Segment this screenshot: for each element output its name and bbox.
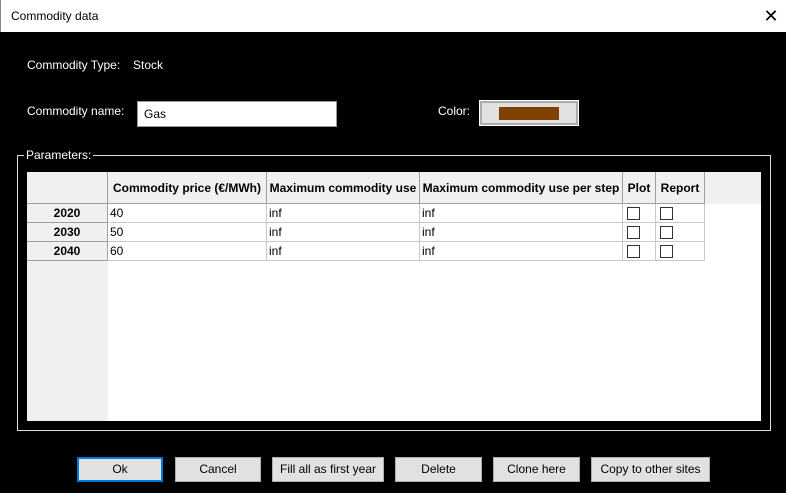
cell-max-step[interactable]: inf	[420, 242, 623, 261]
corner-header[interactable]	[27, 172, 108, 204]
cell-max-step[interactable]: inf	[420, 223, 623, 242]
commodity-type-value: Stock	[133, 58, 164, 72]
cell-report	[656, 242, 705, 261]
cell-max-step[interactable]: inf	[420, 204, 623, 223]
cancel-button[interactable]: Cancel	[175, 457, 261, 482]
report-checkbox[interactable]	[660, 226, 673, 239]
clone-here-button[interactable]: Clone here	[493, 457, 580, 482]
cell-price[interactable]: 50	[108, 223, 267, 242]
cell-report	[656, 204, 705, 223]
cell-plot	[623, 223, 656, 242]
commodity-type-label: Commodity Type:	[27, 58, 121, 72]
cell-max-use[interactable]: inf	[267, 204, 420, 223]
cell-plot	[623, 204, 656, 223]
report-checkbox[interactable]	[660, 207, 673, 220]
color-swatch	[499, 107, 559, 120]
column-header-report[interactable]: Report	[656, 172, 705, 204]
column-header-plot[interactable]: Plot	[623, 172, 656, 204]
cell-report	[656, 223, 705, 242]
cell-price[interactable]: 40	[108, 204, 267, 223]
column-header-max-use[interactable]: Maximum commodity use	[267, 172, 420, 204]
delete-button[interactable]: Delete	[395, 457, 482, 482]
plot-checkbox[interactable]	[627, 245, 640, 258]
close-icon[interactable]: ✕	[759, 4, 783, 28]
row-header-year[interactable]: 2020	[27, 204, 108, 223]
commodity-name-label: Commodity name:	[27, 104, 125, 118]
title-bar: Commodity data ✕	[0, 0, 786, 32]
parameters-table: Commodity price (€/MWh) Maximum commodit…	[27, 172, 761, 421]
fill-all-as-first-year-button[interactable]: Fill all as first year	[272, 457, 384, 482]
plot-checkbox[interactable]	[627, 207, 640, 220]
copy-to-other-sites-button[interactable]: Copy to other sites	[591, 457, 710, 482]
plot-checkbox[interactable]	[627, 226, 640, 239]
row-header-year[interactable]: 2040	[27, 242, 108, 261]
cell-max-use[interactable]: inf	[267, 223, 420, 242]
parameters-label: Parameters:	[24, 148, 94, 162]
color-label: Color:	[438, 104, 471, 118]
commodity-name-input[interactable]	[137, 101, 337, 127]
column-header-price[interactable]: Commodity price (€/MWh)	[108, 172, 267, 204]
color-picker-button[interactable]	[479, 100, 579, 126]
ok-button[interactable]: Ok	[77, 457, 163, 482]
cell-plot	[623, 242, 656, 261]
column-header-max-use-step[interactable]: Maximum commodity use per step	[420, 172, 623, 204]
report-checkbox[interactable]	[660, 245, 673, 258]
cell-price[interactable]: 60	[108, 242, 267, 261]
cell-max-use[interactable]: inf	[267, 242, 420, 261]
row-header-year[interactable]: 2030	[27, 223, 108, 242]
window-title: Commodity data	[11, 9, 99, 23]
